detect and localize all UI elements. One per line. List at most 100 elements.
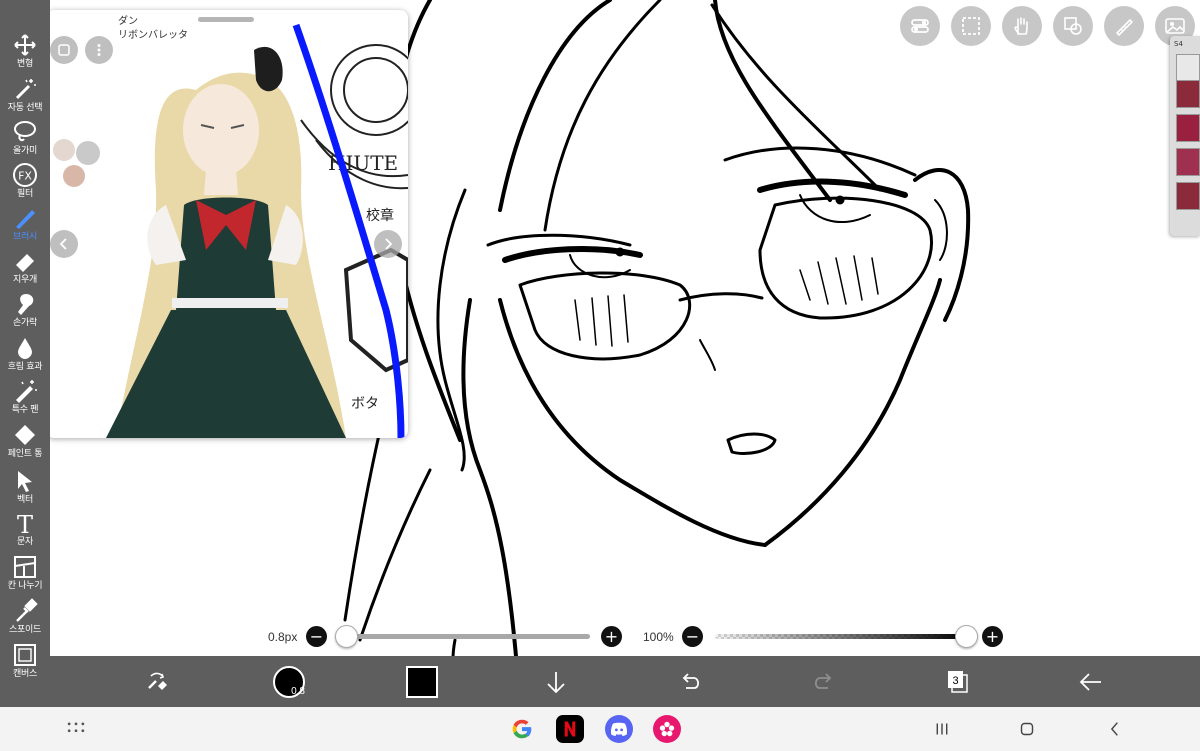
layer-mini-header: S4 [1174, 40, 1183, 48]
netflix-app[interactable] [555, 715, 585, 743]
tool-frame-divider[interactable]: 칸 나누기 [0, 552, 50, 596]
layer-thumbnail[interactable] [1176, 114, 1200, 142]
reference-image: HIUTE 校章 ボタ ダン リボンバレッタ [53, 14, 408, 438]
layer-thumbnail[interactable] [1176, 182, 1200, 210]
image-icon [1165, 18, 1185, 34]
brush-size-button[interactable]: 0.8 [264, 656, 314, 707]
recents-button[interactable] [928, 715, 956, 743]
move-icon [14, 34, 36, 56]
tool-eraser[interactable]: 지우개 [0, 246, 50, 290]
shape-button[interactable] [1053, 6, 1093, 46]
discord-app[interactable] [604, 715, 634, 743]
tool-brush[interactable]: 브러시 [0, 203, 50, 247]
magic-wand-icon [15, 79, 36, 100]
swap-tool-button[interactable] [132, 656, 182, 707]
app-drawer-button[interactable] [62, 715, 90, 743]
tool-smudge[interactable]: 손가락 [0, 289, 50, 333]
redo-button[interactable] [799, 656, 849, 707]
tool-blur[interactable]: 흐림 효과 [0, 333, 50, 377]
layer-thumbnail[interactable] [1176, 148, 1200, 176]
undo-icon [682, 672, 700, 689]
tool-label: 손가락 [13, 318, 37, 328]
grid-dots-icon [67, 722, 85, 733]
layer-thumbnail[interactable] [1176, 54, 1200, 82]
layers-icon: 3 [948, 670, 968, 693]
tool-magic-wand[interactable]: 자동 선택 [0, 74, 50, 118]
toggle-switch-icon [911, 19, 929, 33]
text-tool-glyph: T [17, 511, 33, 536]
opacity-plus-button[interactable]: + [982, 626, 1003, 647]
recents-icon [936, 723, 948, 735]
paint-bucket-icon [15, 425, 35, 445]
arrow-down-icon [547, 671, 565, 693]
reference-prev-button[interactable] [50, 230, 78, 258]
toggle-ui-button[interactable] [900, 6, 940, 46]
reference-window[interactable]: HIUTE 校章 ボタ ダン リボンバレッタ [46, 10, 408, 438]
more-vertical-icon [97, 44, 101, 56]
fx-icon: FX [13, 163, 37, 187]
google-app[interactable] [508, 715, 536, 743]
reference-next-button[interactable] [374, 230, 402, 258]
chevron-left-icon [1110, 722, 1118, 736]
color-button[interactable] [397, 656, 447, 707]
brush-size-slider-knob[interactable] [335, 625, 358, 648]
slider-row: 0.8px − + 100% − + [0, 622, 1200, 650]
brush-size-plus-button[interactable]: + [601, 626, 622, 647]
tool-label: 문자 [17, 537, 33, 547]
brush-size-minus-button[interactable]: − [306, 626, 327, 647]
eyedropper-icon [16, 598, 38, 622]
brush-size-value: 0.8px [268, 630, 298, 644]
square-icon [58, 44, 70, 56]
system-nav-bar [0, 707, 1200, 751]
note-line-1: ダン [118, 14, 138, 27]
brush-size-track[interactable] [340, 634, 590, 639]
google-icon [512, 719, 532, 739]
tool-label: 흐림 효과 [7, 362, 43, 372]
chevron-left-icon [59, 238, 67, 250]
dashed-selection-icon [962, 17, 980, 35]
brush-preview: 0.8 [273, 665, 305, 698]
tool-label: 자동 선택 [7, 103, 43, 113]
redo-icon [814, 672, 832, 689]
reference-menu-button[interactable] [85, 36, 113, 64]
undo-button[interactable] [665, 656, 715, 707]
tool-special-pen[interactable]: 특수 펜 [0, 376, 50, 420]
layer-mini-panel[interactable]: S4 [1170, 36, 1200, 236]
tool-label: 벡터 [17, 495, 33, 505]
button-label: ボタ [351, 396, 379, 412]
tool-transform[interactable]: 변형 [0, 30, 50, 74]
system-back-button[interactable] [1101, 715, 1129, 743]
tool-label: 페인트 통 [7, 449, 43, 459]
shapes-icon [1064, 17, 1082, 35]
tool-filter[interactable]: FX 필터 [0, 160, 50, 204]
opacity-minus-button[interactable]: − [682, 626, 703, 647]
special-pen-icon [16, 380, 37, 403]
brush-size-badge: 0.8 [291, 685, 305, 697]
netflix-icon [556, 715, 584, 743]
hand-tool-button[interactable] [1002, 6, 1042, 46]
ruler-button[interactable] [1104, 6, 1144, 46]
tool-paint-bucket[interactable]: 페인트 통 [0, 420, 50, 464]
text-icon: T [17, 511, 33, 536]
tool-label: 필터 [17, 189, 33, 199]
layer-thumbnail[interactable] [1176, 80, 1200, 108]
gallery-app[interactable] [652, 715, 682, 743]
reference-window-grab-handle[interactable] [198, 17, 254, 22]
smudge-icon [18, 294, 34, 315]
opacity-slider-knob[interactable] [955, 625, 978, 648]
tool-vector[interactable]: 벡터 [0, 466, 50, 510]
opacity-track[interactable] [715, 634, 970, 639]
layers-button[interactable]: 3 [933, 656, 983, 707]
opacity-value: 100% [643, 630, 674, 644]
tool-lasso[interactable]: 올가미 [0, 117, 50, 161]
tool-text[interactable]: T 문자 [0, 508, 50, 552]
ruler-pen-icon [1115, 18, 1134, 37]
reference-mode-button[interactable] [50, 36, 78, 64]
selection-button[interactable] [951, 6, 991, 46]
home-button[interactable] [1013, 715, 1041, 743]
back-button[interactable] [1066, 656, 1116, 707]
download-button[interactable] [531, 656, 581, 707]
eraser-icon [16, 254, 34, 272]
discord-icon [605, 715, 633, 743]
brush-icon [16, 210, 35, 229]
